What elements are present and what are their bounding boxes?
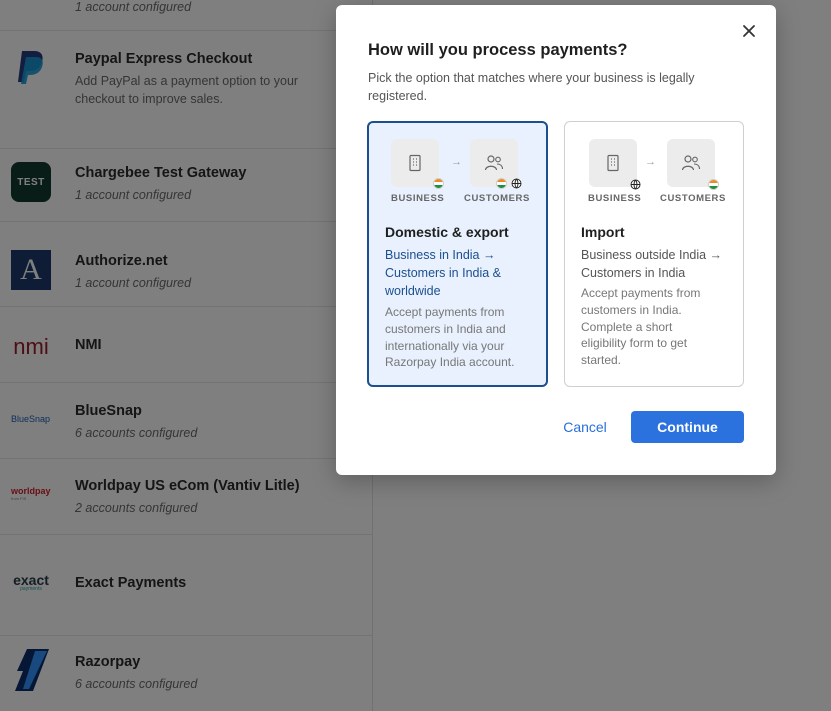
option-subline: Business in India → Customers in India &… [385,248,502,298]
cancel-button[interactable]: Cancel [554,411,616,443]
arrow-right-icon: → [645,156,656,168]
building-icon [607,154,619,172]
close-icon [743,25,755,37]
india-flag-icon [433,178,444,189]
arrow-right-icon: → [451,156,462,168]
users-icon [681,155,701,171]
option-subline: Business outside India → Customers in In… [581,248,723,280]
close-button[interactable] [739,21,759,41]
india-flag-icon [708,179,719,190]
option-import[interactable]: → BUSINESS CUSTOMERS Import Business out… [564,121,744,387]
globe-icon [630,179,641,190]
india-flag-icon [496,178,507,189]
business-label: BUSINESS [391,193,445,204]
dialog-title: How will you process payments? [368,41,628,59]
dialog-subtitle: Pick the option that matches where your … [368,71,695,103]
business-label: BUSINESS [588,193,642,204]
business-illustration [589,139,637,187]
option-description: Accept payments from customers in India.… [581,286,701,368]
building-icon [409,154,421,172]
option-description: Accept payments from customers in India … [385,305,515,370]
globe-icon [511,178,522,189]
customers-label: CUSTOMERS [660,193,726,204]
payment-processing-dialog: How will you process payments? Pick the … [336,5,776,475]
customers-illustration [667,139,715,187]
users-icon [484,155,504,171]
continue-button[interactable]: Continue [631,411,744,443]
option-title: Domestic & export [385,224,509,240]
business-illustration [391,139,439,187]
option-title: Import [581,224,625,240]
customers-label: CUSTOMERS [464,193,530,204]
option-domestic-export[interactable]: → BUSINESS CUSTOMERS Domestic & export B… [367,121,548,387]
